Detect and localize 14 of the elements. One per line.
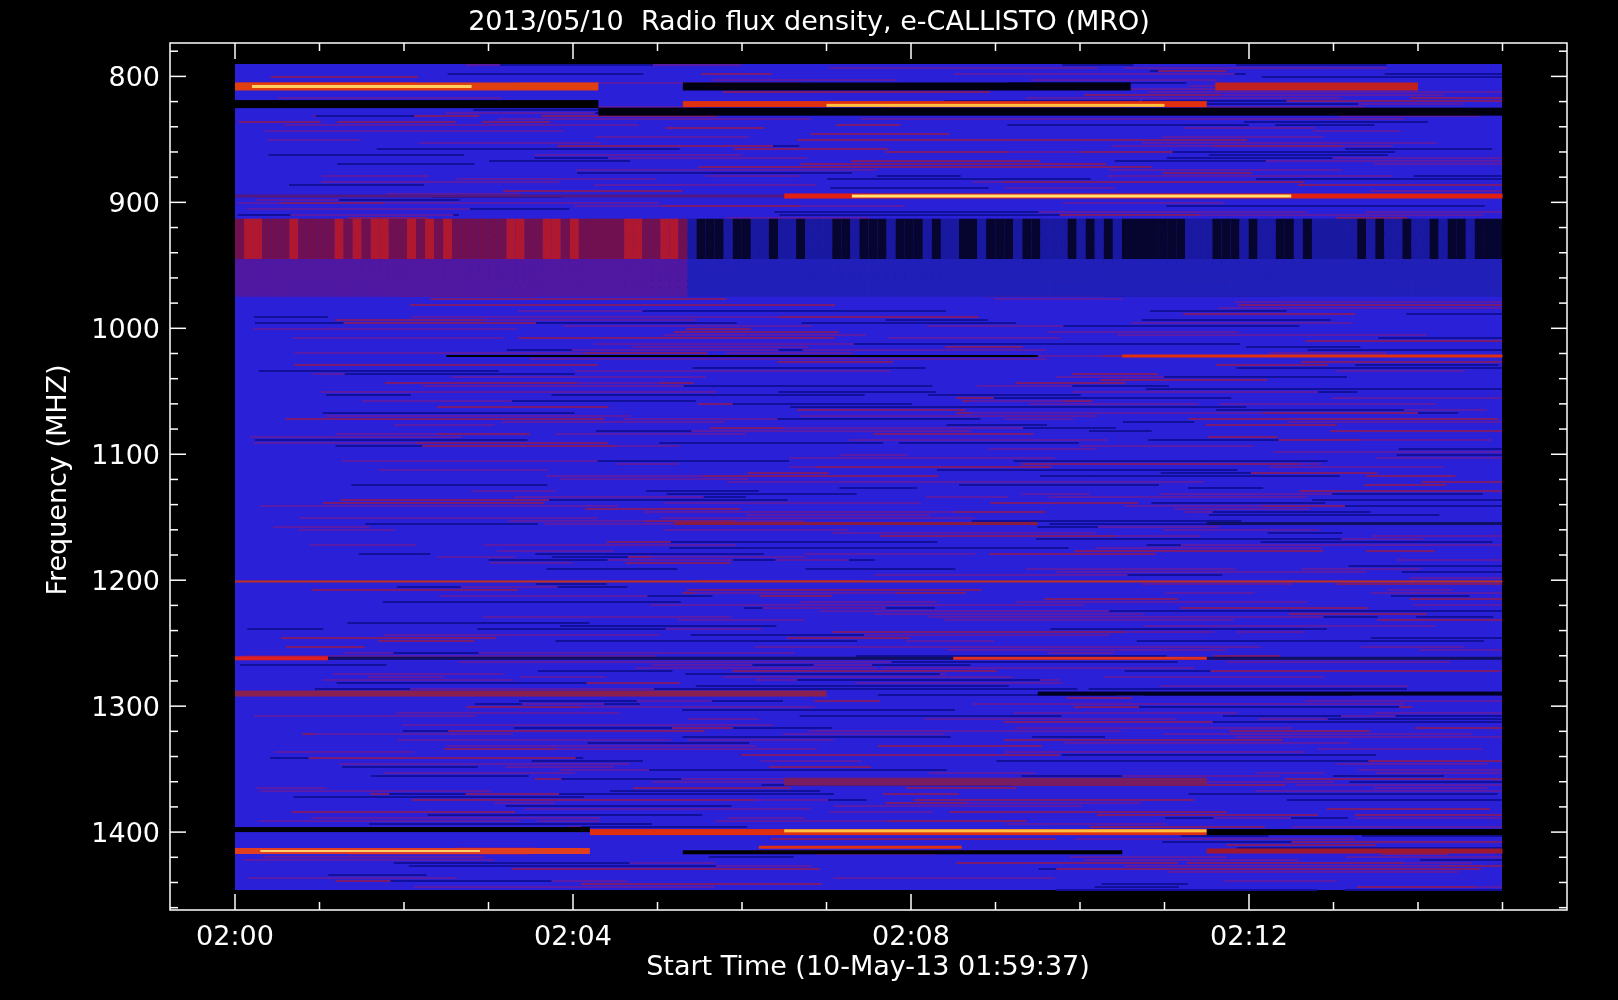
y-tick-label: 1300 [91, 691, 160, 723]
x-tick-label: 02:04 [534, 920, 612, 951]
y-tick-label: 1100 [91, 439, 160, 471]
y-tick-label: 1400 [91, 817, 160, 849]
chart-title: 2013/05/10 Radio flux density, e-CALLISTO (MRO) [468, 5, 1150, 36]
y-tick-label: 1000 [91, 313, 160, 345]
y-tick-label: 900 [108, 187, 160, 219]
x-tick-label: 02:00 [196, 920, 274, 951]
y-tick-label: 1200 [91, 565, 160, 597]
y-tick-label: 800 [108, 61, 160, 93]
x-tick-label: 02:08 [872, 920, 950, 951]
y-axis-label: Frequency (MHZ) [41, 364, 72, 596]
x-tick-label: 02:12 [1210, 920, 1288, 951]
x-axis-label: Start Time (10-May-13 01:59:37) [646, 950, 1090, 981]
